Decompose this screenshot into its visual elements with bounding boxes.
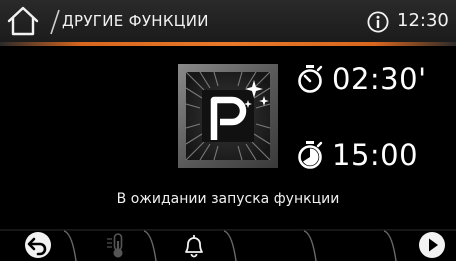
info-icon[interactable] — [367, 11, 389, 33]
home-icon[interactable] — [6, 5, 40, 37]
toolbar-dividers — [0, 229, 456, 261]
duration-row[interactable]: 02:30' — [296, 62, 427, 96]
thermometer-icon — [107, 233, 123, 258]
page-title: ДРУГИЕ ФУНКЦИИ — [62, 12, 209, 30]
header-bar: ДРУГИЕ ФУНКЦИИ 12:30 — [0, 0, 456, 42]
bell-icon[interactable] — [180, 231, 208, 259]
status-message: В ожидании запуска функции — [116, 191, 340, 207]
accent-divider — [0, 42, 456, 46]
end-time-value: 15:00 — [332, 138, 419, 172]
bottom-toolbar — [0, 229, 456, 261]
play-icon[interactable] — [418, 231, 446, 259]
breadcrumb-separator — [50, 9, 60, 35]
duration-value: 02:30' — [332, 62, 427, 96]
end-time-row[interactable]: 15:00 — [296, 138, 418, 172]
parking-keep-warm-icon — [178, 64, 278, 168]
end-time-timer-icon — [298, 141, 323, 169]
back-arrow-icon[interactable] — [24, 231, 52, 259]
duration-timer-icon — [298, 65, 323, 93]
clock-time: 12:30 — [397, 10, 449, 31]
